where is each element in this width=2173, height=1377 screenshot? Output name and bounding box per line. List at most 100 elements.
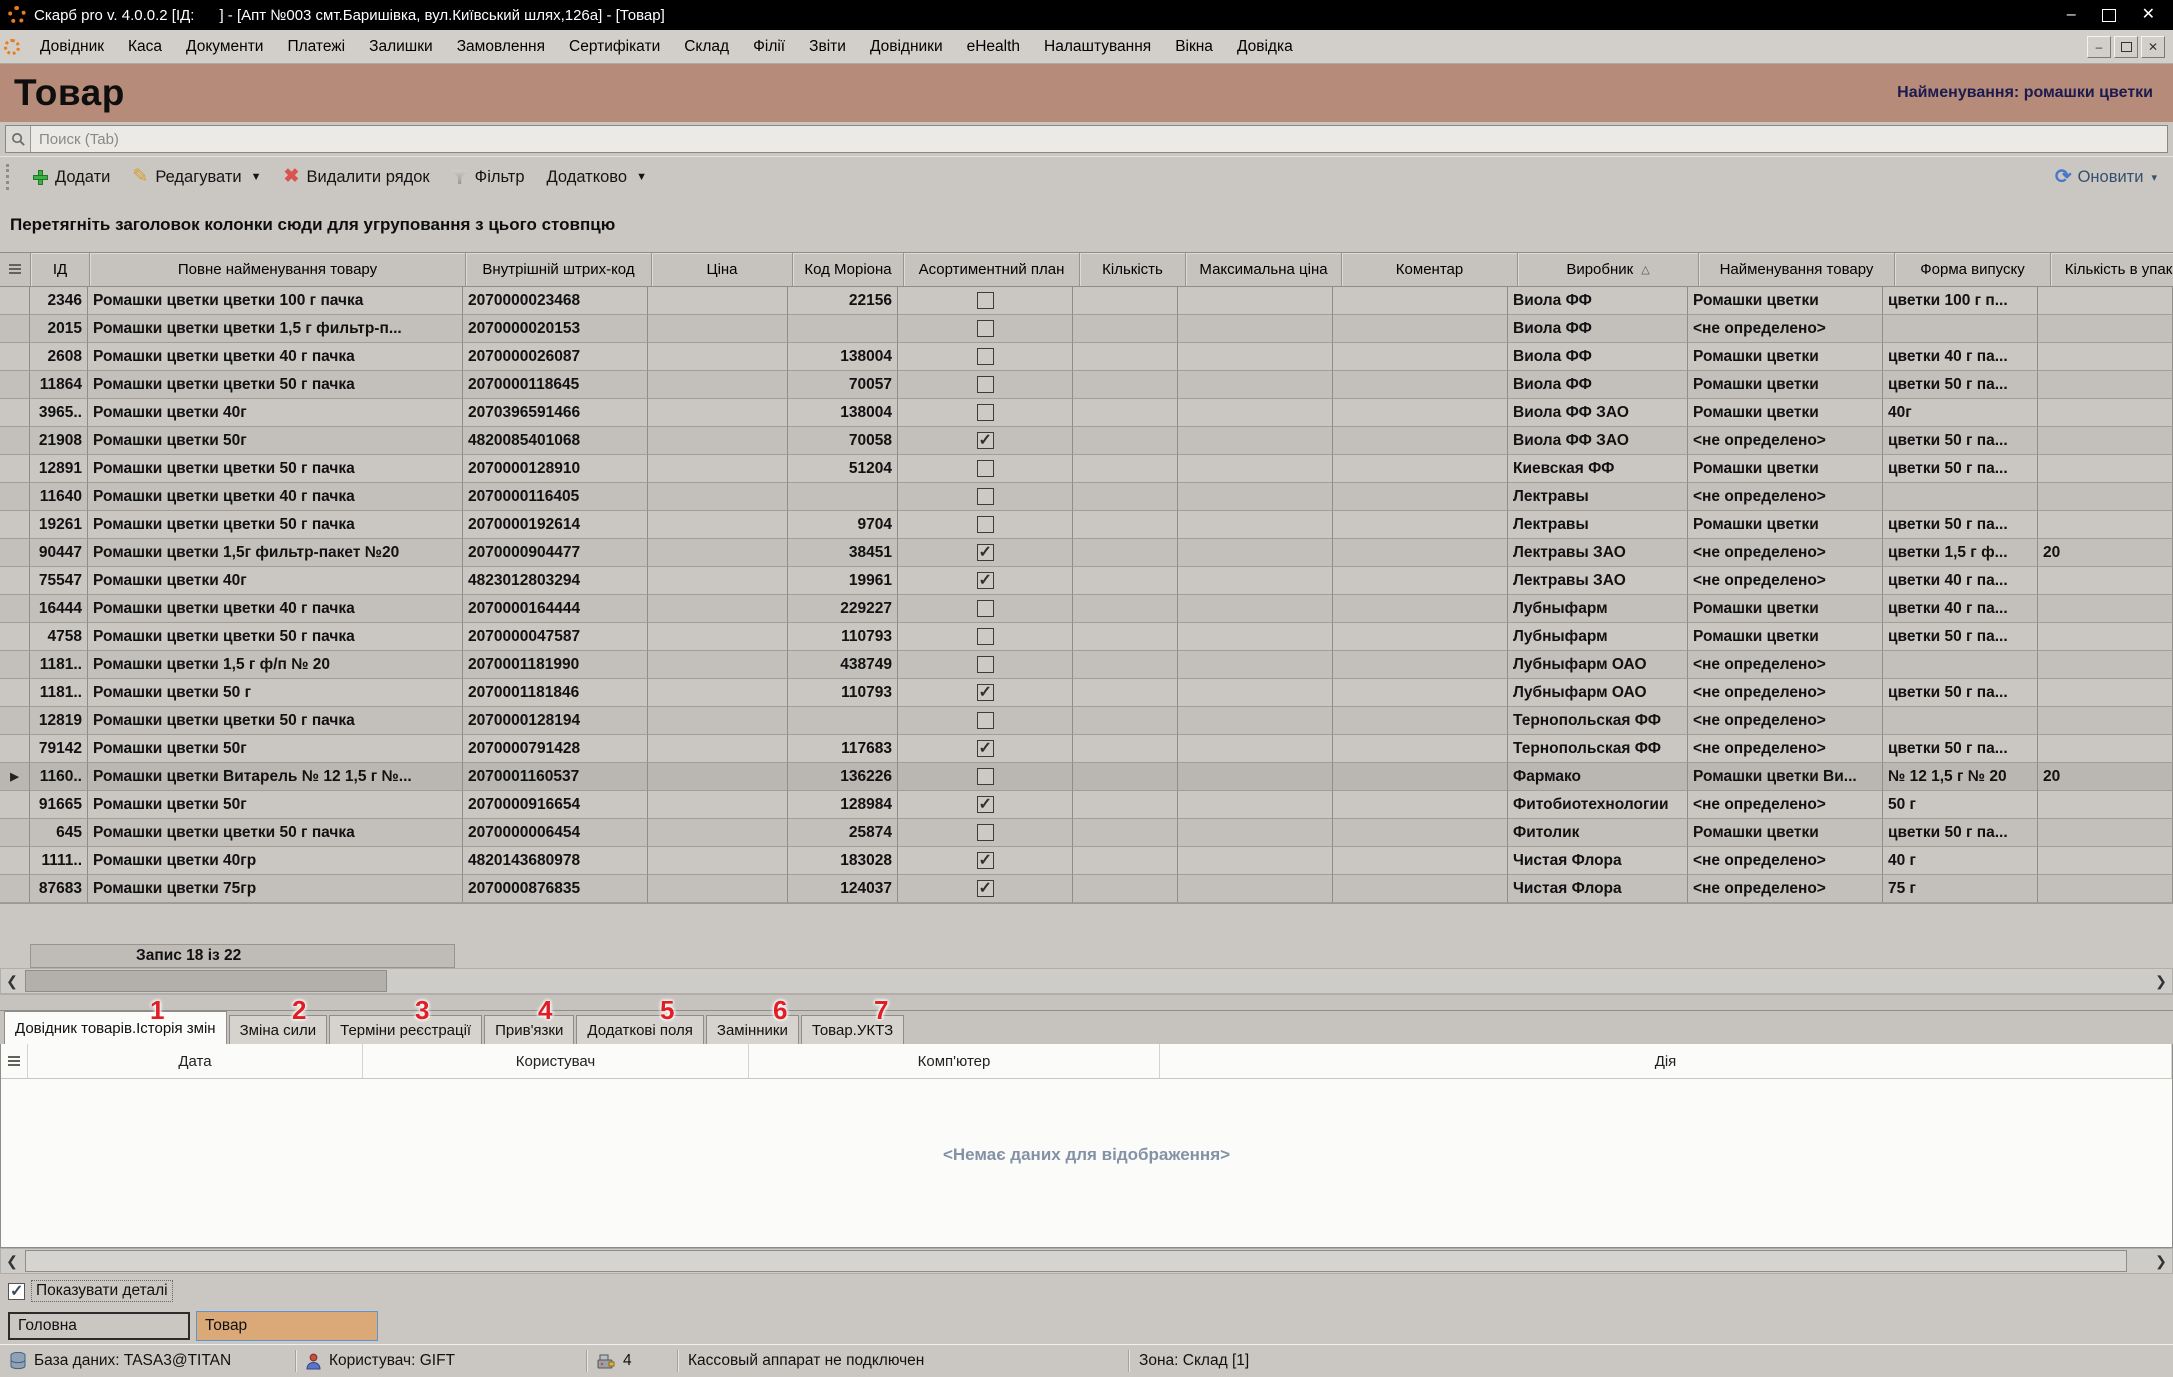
scroll-left-icon[interactable]: ❮ xyxy=(1,969,23,993)
table-row[interactable]: 3965..Ромашки цветки 40г2070396591466138… xyxy=(0,399,2173,427)
table-row[interactable]: 12891Ромашки цветки цветки 50 г пачка207… xyxy=(0,455,2173,483)
detail-tab-Прив'язки[interactable]: Прив'язки xyxy=(484,1015,574,1044)
scroll-left-icon[interactable]: ❮ xyxy=(1,1249,23,1273)
column-header-full_name[interactable]: Повне найменування товару xyxy=(90,253,466,286)
assortment-plan-checkbox[interactable] xyxy=(977,488,994,505)
column-header-comment[interactable]: Коментар xyxy=(1342,253,1518,286)
menu-item-Каса[interactable]: Каса xyxy=(116,38,174,56)
assortment-plan-checkbox[interactable] xyxy=(977,740,994,757)
assortment-plan-checkbox[interactable] xyxy=(977,768,994,785)
column-header-barcode[interactable]: Внутрішній штрих-код xyxy=(466,253,652,286)
menu-item-eHealth[interactable]: eHealth xyxy=(955,38,1032,56)
filter-button[interactable]: Фільтр xyxy=(441,162,536,192)
mdi-minimize-button[interactable]: – xyxy=(2087,36,2111,58)
search-box[interactable] xyxy=(5,125,2168,153)
detail-tab-Додаткові поля[interactable]: Додаткові поля xyxy=(576,1015,704,1044)
menu-item-Довідка[interactable]: Довідка xyxy=(1225,38,1305,56)
table-row[interactable]: 1181..Ромашки цветки 50 г207000118184611… xyxy=(0,679,2173,707)
detail-column-header-Дата[interactable]: Дата xyxy=(28,1044,363,1078)
assortment-plan-checkbox[interactable] xyxy=(977,432,994,449)
table-corner-button[interactable] xyxy=(0,253,31,286)
add-button[interactable]: Додати xyxy=(22,162,121,192)
menu-item-Вікна[interactable]: Вікна xyxy=(1163,38,1225,56)
table-row[interactable]: 2346Ромашки цветки цветки 100 г пачка207… xyxy=(0,287,2173,315)
column-header-max_price[interactable]: Максимальна ціна xyxy=(1186,253,1342,286)
table-row[interactable]: 16444Ромашки цветки цветки 40 г пачка207… xyxy=(0,595,2173,623)
menu-item-Залишки[interactable]: Залишки xyxy=(357,38,445,56)
table-row[interactable]: 11864Ромашки цветки цветки 50 г пачка207… xyxy=(0,371,2173,399)
table-row[interactable]: 4758Ромашки цветки цветки 50 г пачка2070… xyxy=(0,623,2173,651)
main-hscrollbar[interactable]: ❮ ❯ xyxy=(0,968,2173,994)
table-row[interactable]: 90447Ромашки цветки 1,5г фильтр-пакет №2… xyxy=(0,539,2173,567)
menu-item-Довідник[interactable]: Довідник xyxy=(28,38,116,56)
table-row[interactable]: 12819Ромашки цветки цветки 50 г пачка207… xyxy=(0,707,2173,735)
mdi-close-button[interactable]: ✕ xyxy=(2141,36,2165,58)
assortment-plan-checkbox[interactable] xyxy=(977,376,994,393)
close-button[interactable]: ✕ xyxy=(2142,7,2155,23)
menu-item-Замовлення[interactable]: Замовлення xyxy=(445,38,557,56)
assortment-plan-checkbox[interactable] xyxy=(977,544,994,561)
window-tab-Головна[interactable]: Головна xyxy=(8,1312,190,1340)
assortment-plan-checkbox[interactable] xyxy=(977,404,994,421)
table-row[interactable]: 2015Ромашки цветки цветки 1,5 г фильтр-п… xyxy=(0,315,2173,343)
scrollbar-thumb[interactable] xyxy=(25,1250,2127,1272)
delete-row-button[interactable]: ✖ Видалити рядок xyxy=(273,162,441,192)
table-row[interactable]: 21908Ромашки цветки 50г48200854010687005… xyxy=(0,427,2173,455)
window-tab-Товар[interactable]: Товар xyxy=(196,1311,378,1341)
assortment-plan-checkbox[interactable] xyxy=(977,852,994,869)
assortment-plan-checkbox[interactable] xyxy=(977,880,994,897)
table-row[interactable]: 645Ромашки цветки цветки 50 г пачка20700… xyxy=(0,819,2173,847)
maximize-button[interactable] xyxy=(2102,9,2116,22)
column-header-product_name[interactable]: Найменування товару xyxy=(1699,253,1895,286)
assortment-plan-checkbox[interactable] xyxy=(977,628,994,645)
menu-item-Склад[interactable]: Склад xyxy=(672,38,741,56)
menu-item-Сертифікати[interactable]: Сертифікати xyxy=(557,38,672,56)
menu-item-Звіти[interactable]: Звіти xyxy=(797,38,858,56)
assortment-plan-checkbox[interactable] xyxy=(977,656,994,673)
detail-hscrollbar[interactable]: ❮ ❯ xyxy=(0,1248,2173,1274)
assortment-plan-checkbox[interactable] xyxy=(977,824,994,841)
column-header-assortment_plan[interactable]: Асортиментний план xyxy=(904,253,1080,286)
column-header-pack_quantity[interactable]: Кількість в упак xyxy=(2051,253,2173,286)
column-header-morion_code[interactable]: Код Моріона xyxy=(793,253,904,286)
menu-item-Налаштування[interactable]: Налаштування xyxy=(1032,38,1163,56)
table-row[interactable]: 91665Ромашки цветки 50г20700009166541289… xyxy=(0,791,2173,819)
table-row[interactable]: 75547Ромашки цветки 40г48230128032941996… xyxy=(0,567,2173,595)
menu-item-Філії[interactable]: Філії xyxy=(741,38,797,56)
table-row[interactable]: 87683Ромашки цветки 75гр2070000876835124… xyxy=(0,875,2173,903)
toolbar-grip[interactable] xyxy=(6,164,14,190)
assortment-plan-checkbox[interactable] xyxy=(977,796,994,813)
column-header-price[interactable]: Ціна xyxy=(652,253,793,286)
scroll-right-icon[interactable]: ❯ xyxy=(2150,1249,2172,1273)
menu-item-Платежі[interactable]: Платежі xyxy=(275,38,357,56)
assortment-plan-checkbox[interactable] xyxy=(977,348,994,365)
assortment-plan-checkbox[interactable] xyxy=(977,572,994,589)
detail-tab-Зміна сили[interactable]: Зміна сили xyxy=(229,1015,328,1044)
edit-button[interactable]: ✎ Редагувати▼ xyxy=(121,162,272,192)
menu-item-Документи[interactable]: Документи xyxy=(174,38,275,56)
group-by-bar[interactable]: Перетягніть заголовок колонки сюди для у… xyxy=(0,197,2173,252)
scroll-right-icon[interactable]: ❯ xyxy=(2150,969,2172,993)
table-row[interactable]: 79142Ромашки цветки 50г20700007914281176… xyxy=(0,735,2173,763)
table-row[interactable]: 1181..Ромашки цветки 1,5 г ф/п № 2020700… xyxy=(0,651,2173,679)
assortment-plan-checkbox[interactable] xyxy=(977,320,994,337)
table-row[interactable]: ▶1160..Ромашки цветки Витарель № 12 1,5 … xyxy=(0,763,2173,791)
table-row[interactable]: 1111..Ромашки цветки 40гр482014368097818… xyxy=(0,847,2173,875)
table-row[interactable]: 11640Ромашки цветки цветки 40 г пачка207… xyxy=(0,483,2173,511)
detail-tab-Товар.УКТЗ[interactable]: Товар.УКТЗ xyxy=(801,1015,904,1044)
splitter[interactable] xyxy=(0,994,2173,1010)
search-input[interactable] xyxy=(31,126,2167,152)
assortment-plan-checkbox[interactable] xyxy=(977,460,994,477)
table-row[interactable]: 19261Ромашки цветки цветки 50 г пачка207… xyxy=(0,511,2173,539)
detail-column-header-Комп'ютер[interactable]: Комп'ютер xyxy=(749,1044,1160,1078)
table-row[interactable]: 2608Ромашки цветки цветки 40 г пачка2070… xyxy=(0,343,2173,371)
column-header-manufacturer[interactable]: Виробник△ xyxy=(1518,253,1699,286)
column-header-release_form[interactable]: Форма випуску xyxy=(1895,253,2051,286)
minimize-button[interactable]: – xyxy=(2067,7,2076,23)
assortment-plan-checkbox[interactable] xyxy=(977,292,994,309)
refresh-button[interactable]: ⟳ Оновити▾ xyxy=(2044,162,2173,192)
scrollbar-thumb[interactable] xyxy=(25,970,387,992)
detail-column-header-Дія[interactable]: Дія xyxy=(1160,1044,2172,1078)
detail-corner-button[interactable] xyxy=(1,1044,28,1078)
column-header-quantity[interactable]: Кількість xyxy=(1080,253,1186,286)
